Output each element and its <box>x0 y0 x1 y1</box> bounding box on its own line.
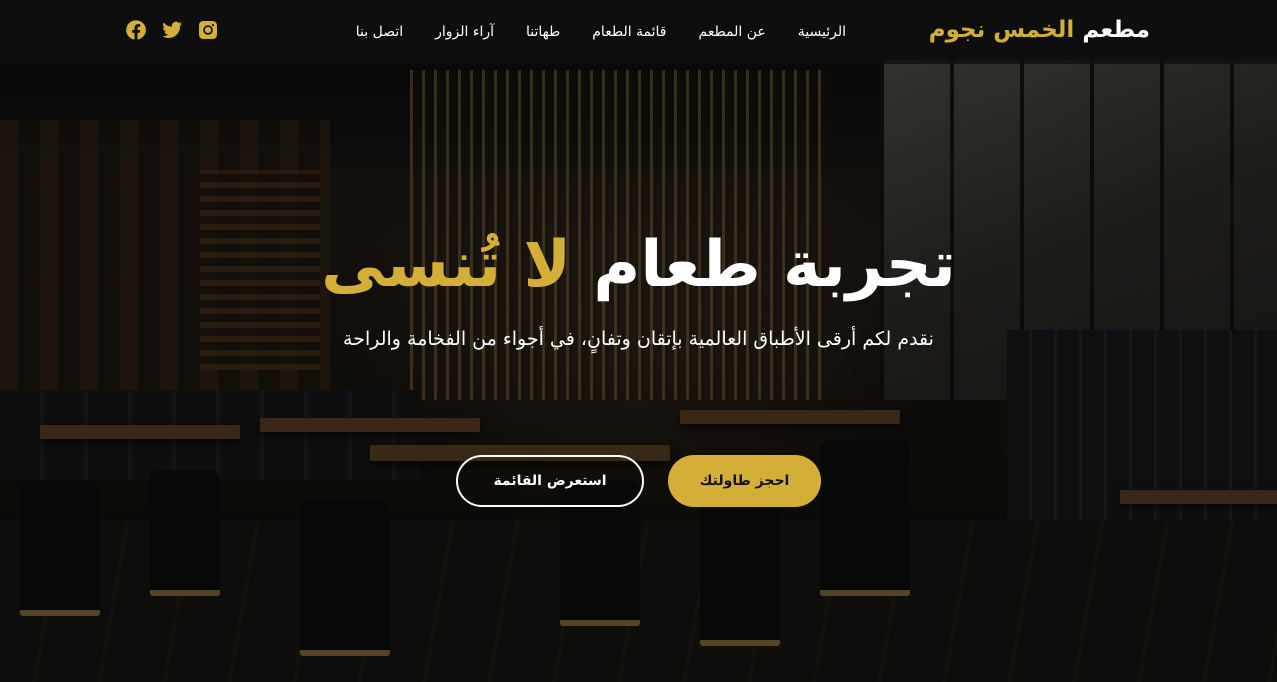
nav-item-contact[interactable]: اتصل بنا <box>356 24 403 40</box>
nav-item-about[interactable]: عن المطعم <box>699 24 766 40</box>
navbar: مطعم الخمس نجوم الرئيسية عن المطعم قائمة… <box>0 0 1277 64</box>
nav-item-menu[interactable]: قائمة الطعام <box>592 24 666 40</box>
brand-logo[interactable]: مطعم الخمس نجوم <box>929 14 1150 46</box>
hero-section: تجربة طعام لا تُنسى نقدم لكم أرقى الأطبا… <box>300 220 977 355</box>
twitter-icon[interactable] <box>161 19 183 41</box>
view-menu-button[interactable]: استعرض القائمة <box>456 455 644 507</box>
hero-subtitle: نقدم لكم أرقى الأطباق العالمية بإتقان وت… <box>343 328 934 350</box>
facebook-icon[interactable] <box>125 19 147 41</box>
hero-title-accent: لا تُنسى <box>321 228 572 302</box>
nav-item-reviews[interactable]: آراء الزوار <box>435 24 494 40</box>
nav-item-chefs[interactable]: طهاتنا <box>526 24 560 40</box>
hero-title-main: تجربة طعام <box>593 228 956 302</box>
hero-title: تجربة طعام لا تُنسى <box>300 220 977 310</box>
social-links <box>125 19 219 43</box>
hero-actions: احجز طاولتك استعرض القائمة <box>456 455 821 507</box>
brand-accent: الخمس نجوم <box>928 17 1075 43</box>
book-table-button[interactable]: احجز طاولتك <box>668 455 821 507</box>
brand-name: مطعم <box>1082 17 1150 43</box>
nav-item-home[interactable]: الرئيسية <box>798 24 846 40</box>
instagram-icon[interactable] <box>197 19 219 41</box>
main-nav: الرئيسية عن المطعم قائمة الطعام طهاتنا آ… <box>356 0 846 64</box>
